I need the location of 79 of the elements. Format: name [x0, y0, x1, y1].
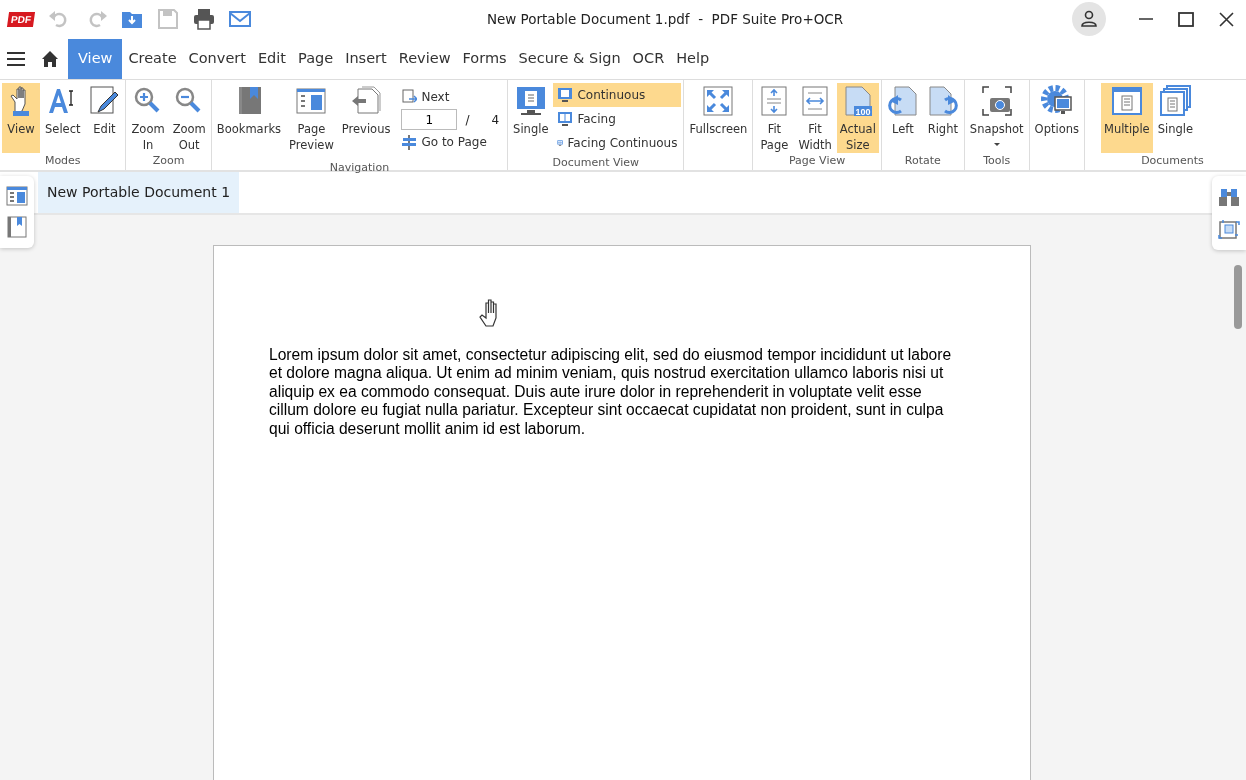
view-option[interactable]: Facing	[553, 107, 682, 131]
window-title: New Portable Document 1.pdf - PDF Suite Pro+OCR	[486, 11, 844, 27]
page-number-field[interactable]: 1	[401, 109, 458, 130]
home-icon	[41, 49, 59, 68]
document-tab[interactable]: New Portable Document 1	[38, 172, 240, 213]
ribbon-button[interactable]: Left	[883, 83, 922, 153]
panel-layout-icon[interactable]	[6, 186, 28, 206]
camera-frame-icon	[980, 85, 1013, 117]
next-page-icon	[401, 89, 418, 105]
gear-monitor-icon	[1040, 85, 1073, 117]
menu-tab[interactable]: Edit	[251, 39, 293, 79]
save-icon	[156, 7, 180, 31]
menu-tab[interactable]: Review	[392, 39, 457, 79]
stacked-windows-icon	[1159, 85, 1192, 117]
menu-tab[interactable]: Page	[292, 39, 340, 79]
pdf-logo: PDF	[6, 11, 36, 27]
ribbon-button[interactable]: Multiple	[1100, 83, 1153, 153]
signpost-icon	[401, 134, 418, 150]
minimize-icon	[1139, 18, 1153, 20]
ribbon-button[interactable]: Zoom In	[128, 83, 168, 153]
scrollbar[interactable]	[1234, 265, 1242, 329]
rotate-left-icon	[886, 85, 919, 117]
menu-tab[interactable]: Insert	[339, 39, 393, 79]
page-preview-icon	[295, 85, 328, 117]
ribbon-button[interactable]: Options	[1031, 83, 1082, 153]
close-icon	[1218, 11, 1234, 27]
printer-icon	[192, 7, 216, 31]
zoom-percent: 100	[855, 106, 871, 117]
ribbon-button[interactable]: Fit Page	[755, 83, 794, 153]
ribbon-button[interactable]: Page Preview	[286, 83, 337, 160]
body-text: Lorem ipsum dolor sit amet, consectetur adipiscing elit, sed do eiusmod tempor incididunt ut labore et dolore magna aliqua. Ut enim ad minim veniam, quis nostrud exercitation ullamco laboris nisi ut aliquip ex ea commodo consequat. Duis aute irure dolor in reprehenderit in voluptate velit esse cillum dolore eu fugiat nulla pariatur. Excepteur sint occaecat cupidatat non proident, sunt in culpa qui officia deserunt mollit anim id est laborum.	[269, 346, 953, 439]
go-to-page-button[interactable]: Go to Page	[397, 130, 500, 154]
ribbon-button[interactable]: View	[2, 83, 40, 153]
binoculars-icon[interactable]	[1218, 186, 1240, 208]
ribbon-button[interactable]: Fullscreen	[686, 83, 751, 153]
crop-frame-icon[interactable]	[1218, 218, 1240, 240]
group-label: Document View	[551, 155, 641, 170]
group-label: Rotate	[903, 153, 942, 169]
ribbon-button[interactable]: Right	[923, 83, 962, 153]
group-label: Tools	[982, 153, 1012, 169]
group-label: Navigation	[328, 160, 391, 175]
ribbon-button[interactable]: Edit	[85, 83, 124, 153]
page-total: 4	[491, 111, 500, 129]
ribbon-button[interactable]: Single	[510, 83, 552, 155]
bookmark-book-icon[interactable]	[6, 216, 28, 238]
next-button[interactable]: Next	[397, 85, 500, 109]
menu-tab[interactable]: OCR	[626, 39, 671, 79]
pencil-page-icon	[88, 85, 121, 117]
group-label: Modes	[43, 153, 82, 169]
group-label: Page View	[788, 153, 847, 169]
previous-page-icon	[350, 85, 383, 117]
group-label: Zoom	[151, 153, 186, 169]
menu-tab[interactable]: Convert	[182, 39, 252, 79]
menu-tab[interactable]: View	[68, 39, 123, 79]
window-page-icon	[1110, 85, 1143, 117]
group-label: Documents	[1140, 153, 1205, 169]
monitor-page-icon	[514, 85, 547, 117]
page-separator: /	[465, 111, 470, 129]
ribbon-button[interactable]: Single	[1154, 83, 1196, 153]
ribbon-button[interactable]: Zoom Out	[169, 83, 209, 153]
ribbon-button[interactable]: Bookmarks	[213, 83, 285, 160]
view-option[interactable]: Facing Continuous	[553, 131, 682, 155]
menu-tab[interactable]: Create	[122, 39, 183, 79]
view-option[interactable]: Continuous	[553, 83, 682, 107]
monitor-page-icon	[557, 87, 574, 103]
ribbon-button[interactable]: 100 Actual Size	[836, 83, 879, 153]
menu-tab[interactable]: Forms	[456, 39, 513, 79]
rotate-right-icon	[926, 85, 959, 117]
ribbon-button[interactable]: Select	[42, 83, 84, 153]
ribbon-button[interactable]: Snapshot	[966, 83, 1027, 153]
expand-arrows-icon	[702, 85, 735, 117]
ribbon-button[interactable]: Fit Width	[795, 83, 835, 153]
monitor-two-pages-icon	[557, 111, 574, 127]
avatar-icon[interactable]	[1072, 2, 1106, 36]
menu-icon	[6, 50, 26, 67]
ribbon-button[interactable]: Previous	[338, 83, 394, 160]
maximize-icon	[1178, 11, 1194, 27]
menu-tab[interactable]: Help	[670, 39, 716, 79]
menu-tab[interactable]: Secure & Sign	[512, 39, 627, 79]
